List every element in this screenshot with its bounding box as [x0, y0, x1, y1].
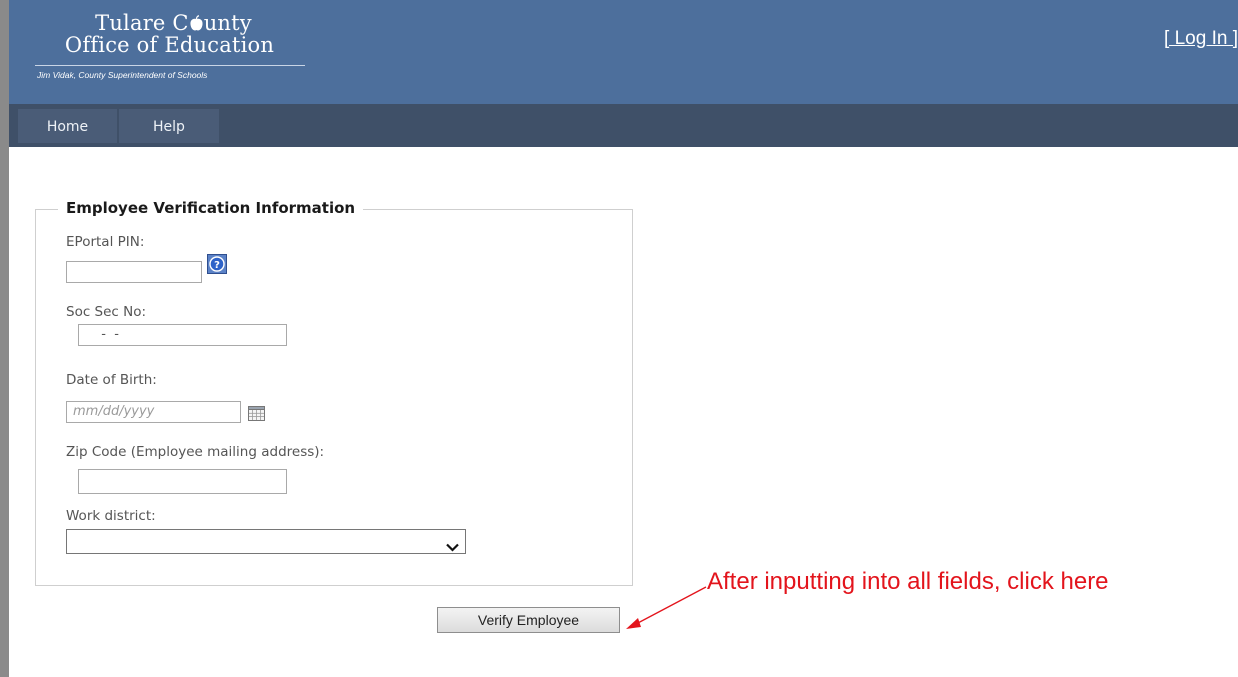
- dob-input[interactable]: mm/dd/yyyy: [66, 401, 241, 423]
- site-header: Tulare Cunty Office of Education Jim Vid…: [9, 0, 1238, 104]
- work-district-select[interactable]: [66, 529, 466, 554]
- work-district-label: Work district:: [66, 508, 156, 524]
- nav-item-home[interactable]: Home: [18, 109, 117, 143]
- employee-verification-fieldset: Employee Verification Information EPorta…: [35, 199, 633, 586]
- site-logo[interactable]: Tulare Cunty Office of Education Jim Vid…: [32, 12, 307, 80]
- logo-divider: [34, 65, 305, 66]
- eportal-pin-label: EPortal PIN:: [66, 234, 145, 250]
- chevron-down-icon: [446, 537, 459, 556]
- ssn-label: Soc Sec No:: [66, 304, 147, 320]
- dob-label: Date of Birth:: [66, 372, 157, 388]
- instruction-annotation: After inputting into all fields, click h…: [707, 568, 1109, 595]
- logo-subtitle: Jim Vidak, County Superintendent of Scho…: [37, 70, 208, 80]
- verify-employee-button[interactable]: Verify Employee: [437, 607, 620, 633]
- apple-icon: [189, 12, 204, 34]
- help-question-icon[interactable]: ?: [207, 254, 227, 274]
- fieldset-legend: Employee Verification Information: [58, 199, 364, 217]
- ssn-input[interactable]: - -: [78, 324, 287, 346]
- login-link[interactable]: [ Log In ]: [1164, 28, 1238, 50]
- logo-title-line1: Tulare Cunty: [95, 11, 252, 35]
- calendar-icon[interactable]: [248, 405, 265, 421]
- logo-title-line2: Office of Education: [64, 33, 275, 57]
- page: Tulare Cunty Office of Education Jim Vid…: [0, 0, 1238, 677]
- annotation-arrow-icon: [626, 586, 707, 629]
- eportal-pin-input[interactable]: [66, 261, 202, 283]
- svg-text:?: ?: [214, 260, 220, 271]
- nav-bar: Home Help: [9, 104, 1238, 147]
- zip-input[interactable]: [78, 469, 287, 494]
- window-left-edge: [0, 0, 9, 677]
- nav-item-help[interactable]: Help: [119, 109, 219, 143]
- zip-label: Zip Code (Employee mailing address):: [66, 444, 325, 460]
